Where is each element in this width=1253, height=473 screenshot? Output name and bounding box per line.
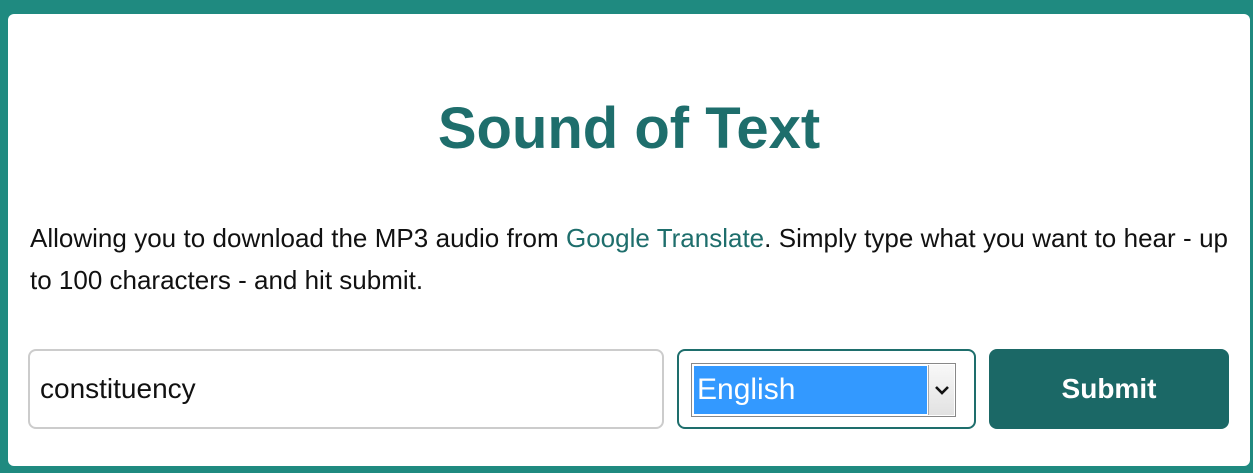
page-title: Sound of Text [437, 96, 821, 161]
text-input[interactable] [28, 349, 664, 429]
description-text-before: Allowing you to download the MP3 audio f… [30, 223, 566, 253]
select-arrow-button[interactable] [928, 365, 954, 415]
language-select-container: English [677, 349, 976, 429]
google-translate-link[interactable]: Google Translate [566, 223, 764, 253]
submit-button[interactable]: Submit [989, 349, 1229, 429]
language-select-value: English [694, 366, 927, 414]
main-card: Sound of Text Allowing you to download t… [8, 14, 1250, 466]
description: Allowing you to download the MP3 audio f… [30, 217, 1228, 301]
language-select[interactable]: English [691, 363, 956, 417]
chevron-down-icon [934, 386, 949, 395]
